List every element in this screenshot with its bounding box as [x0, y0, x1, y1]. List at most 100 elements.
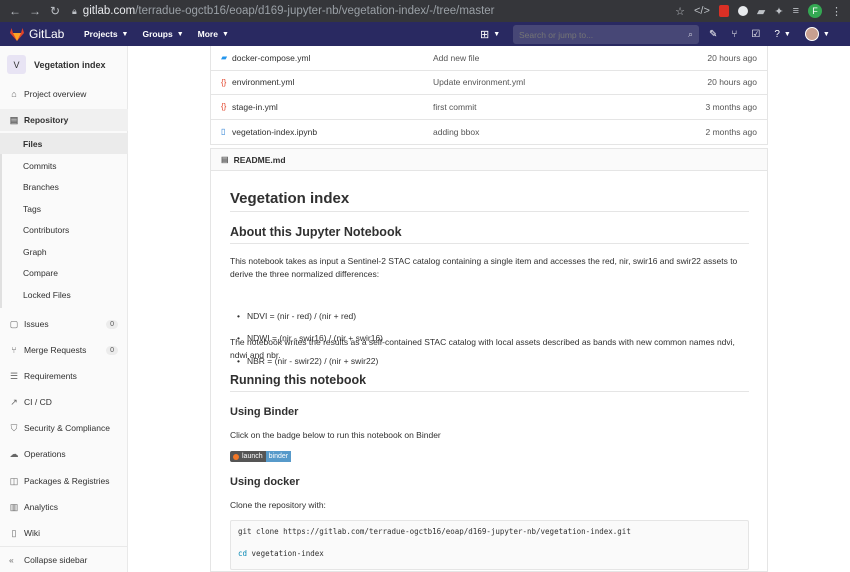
sidebar-sub-graph[interactable]: Graph — [0, 241, 128, 262]
binder-heading: Using Binder — [230, 406, 299, 418]
sidebar-item-label: Packages & Registries — [24, 476, 110, 486]
sidebar-sub-commits[interactable]: Commits — [0, 155, 128, 176]
sidebar-item-issues[interactable]: ▢ Issues 0 — [0, 313, 128, 335]
table-row[interactable]: ▯ vegetation-index.ipynb adding bbox 2 m… — [211, 120, 767, 145]
sidebar-sub-branches[interactable]: Branches — [0, 176, 128, 197]
menu-dots-icon[interactable]: ⋮ — [831, 5, 842, 18]
about-paragraph-2: The notebook writes the results as a sel… — [230, 337, 735, 360]
code-block: git clone https://gitlab.com/terradue-og… — [230, 520, 749, 570]
bookmark-star-icon[interactable]: ☆ — [675, 5, 685, 18]
circle-extension-icon[interactable] — [737, 6, 748, 16]
back-icon[interactable]: ← — [6, 2, 24, 20]
chevron-down-icon: ▼ — [176, 30, 184, 38]
sidebar-item-wiki[interactable]: ▯ Wiki — [0, 522, 128, 544]
shield-icon: ⛉ — [10, 422, 18, 433]
sidebar-item-requirements[interactable]: ☰ Requirements — [0, 365, 128, 387]
table-row[interactable]: {} environment.yml Update environment.ym… — [211, 71, 767, 95]
lock-icon: 🔒︎ — [72, 5, 77, 16]
sidebar-item-repository[interactable]: ▤ Repository — [0, 109, 128, 131]
nav-more[interactable]: More ▼ — [198, 29, 229, 39]
sidebar-item-packages[interactable]: ◫ Packages & Registries — [0, 470, 128, 492]
sidebar-item-label: Operations — [24, 449, 66, 459]
extension-icon[interactable]: ▰ — [757, 5, 765, 18]
file-name-link[interactable]: vegetation-index.ipynb — [232, 127, 317, 137]
code-extension-icon[interactable]: </> — [694, 5, 710, 17]
sidebar-item-security[interactable]: ⛉ Security & Compliance — [0, 417, 128, 439]
readme-title: Vegetation index — [230, 190, 749, 212]
project-header[interactable]: V Vegetation index — [0, 46, 127, 83]
sidebar-item-label: CI / CD — [24, 397, 52, 407]
nav-groups[interactable]: Groups ▼ — [142, 29, 183, 39]
file-name-link[interactable]: stage-in.yml — [232, 102, 278, 112]
plus-square-icon: ⊞ — [480, 28, 490, 41]
playlist-icon[interactable]: ≡ — [793, 5, 799, 17]
sidebar-item-analytics[interactable]: ▥ Analytics — [0, 496, 128, 518]
sidebar-sub-locked-files[interactable]: Locked Files — [0, 284, 128, 305]
yaml-icon: {} — [221, 77, 227, 87]
commit-message-link[interactable]: adding bbox — [433, 127, 479, 137]
chart-icon: ▥ — [9, 501, 19, 512]
sidebar-item-label: Project overview — [24, 89, 87, 99]
sidebar-sub-label: Contributors — [23, 224, 70, 235]
file-name-link[interactable]: docker-compose.yml — [232, 53, 310, 63]
merge-request-icon[interactable]: ⑂ — [731, 29, 737, 40]
sidebar-item-overview[interactable]: ⌂ Project overview — [0, 83, 128, 105]
sidebar-sub-label: Commits — [23, 160, 57, 171]
code-text: vegetation-index — [247, 549, 324, 558]
sidebar-sub-label: Compare — [23, 267, 58, 278]
todo-icon[interactable]: ☑ — [751, 29, 760, 40]
avatar — [804, 27, 819, 41]
sidebar-item-cicd[interactable]: ↗ CI / CD — [0, 391, 128, 413]
sidebar-item-operations[interactable]: ☁ Operations — [0, 443, 128, 465]
commit-message-link[interactable]: Add new file — [433, 53, 479, 63]
sidebar-sub-label: Locked Files — [23, 289, 71, 300]
chevron-down-icon: ▼ — [121, 30, 129, 38]
reload-icon[interactable]: ↻ — [46, 2, 64, 20]
doc-icon: ▤ — [9, 114, 19, 125]
sidebar-sub-label: Branches — [23, 181, 59, 192]
search-box[interactable]: ⌕ — [513, 25, 699, 44]
chevron-down-icon: ▼ — [493, 30, 501, 38]
red-extension-icon[interactable] — [718, 5, 729, 17]
table-row[interactable]: {} stage-in.yml first commit 3 months ag… — [211, 95, 767, 120]
nav-projects[interactable]: Projects ▼ — [84, 29, 128, 39]
sidebar-item-merge-requests[interactable]: ⑂ Merge Requests 0 — [0, 339, 128, 361]
file-name-link[interactable]: environment.yml — [232, 77, 294, 87]
sidebar-item-label: Requirements — [24, 371, 77, 381]
forward-icon[interactable]: → — [26, 2, 44, 20]
launch-binder-badge[interactable]: launch binder — [230, 451, 294, 462]
badge-left: launch — [230, 451, 266, 462]
merge-requests-count-badge: 0 — [106, 345, 118, 355]
search-input[interactable] — [519, 29, 679, 40]
commit-message-link[interactable]: first commit — [433, 102, 476, 112]
issues-icon[interactable]: ✎ — [709, 29, 717, 40]
gitlab-wordmark: GitLab — [29, 27, 65, 41]
file-icon: ▤ — [221, 155, 229, 164]
sidebar-sub-compare[interactable]: Compare — [0, 262, 128, 283]
sidebar-sub-contributors[interactable]: Contributors — [0, 219, 128, 240]
address-bar[interactable]: 🔒︎ gitlab.com/terradue-ogctb16/eoap/d169… — [72, 5, 675, 17]
browser-toolbar: ← → ↻ 🔒︎ gitlab.com/terradue-ogctb16/eoa… — [0, 0, 850, 22]
issues-count-badge: 0 — [106, 319, 118, 329]
new-item-button[interactable]: ⊞ ▼ — [480, 28, 504, 41]
about-paragraph: This notebook takes as input a Sentinel-… — [230, 256, 738, 279]
sidebar-sub-files[interactable]: Files — [0, 133, 128, 154]
sidebar-sub-tags[interactable]: Tags — [0, 198, 128, 219]
help-icon[interactable]: ? ▼ — [774, 29, 791, 40]
yaml-icon: {} — [221, 102, 227, 112]
user-menu[interactable]: ▼ — [804, 27, 830, 41]
puzzle-icon[interactable]: ✦ — [774, 5, 783, 18]
table-row[interactable]: ▰ docker-compose.yml Add new file 20 hou… — [211, 46, 767, 71]
code-line: cd vegetation-index — [238, 549, 324, 558]
gitlab-logo[interactable]: GitLab — [10, 27, 74, 41]
collapse-sidebar-button[interactable]: « Collapse sidebar — [0, 546, 128, 572]
chevron-down-icon: ▼ — [822, 30, 830, 38]
profile-avatar[interactable]: F — [808, 4, 822, 18]
readme-filename: README.md — [233, 154, 286, 165]
double-chevron-left-icon: « — [9, 554, 14, 565]
commit-time: 3 months ago — [705, 101, 757, 112]
binder-logo-icon — [233, 453, 239, 460]
code-keyword: cd — [238, 549, 248, 558]
commit-message-link[interactable]: Update environment.yml — [433, 77, 525, 87]
about-heading: About this Jupyter Notebook — [230, 225, 749, 244]
